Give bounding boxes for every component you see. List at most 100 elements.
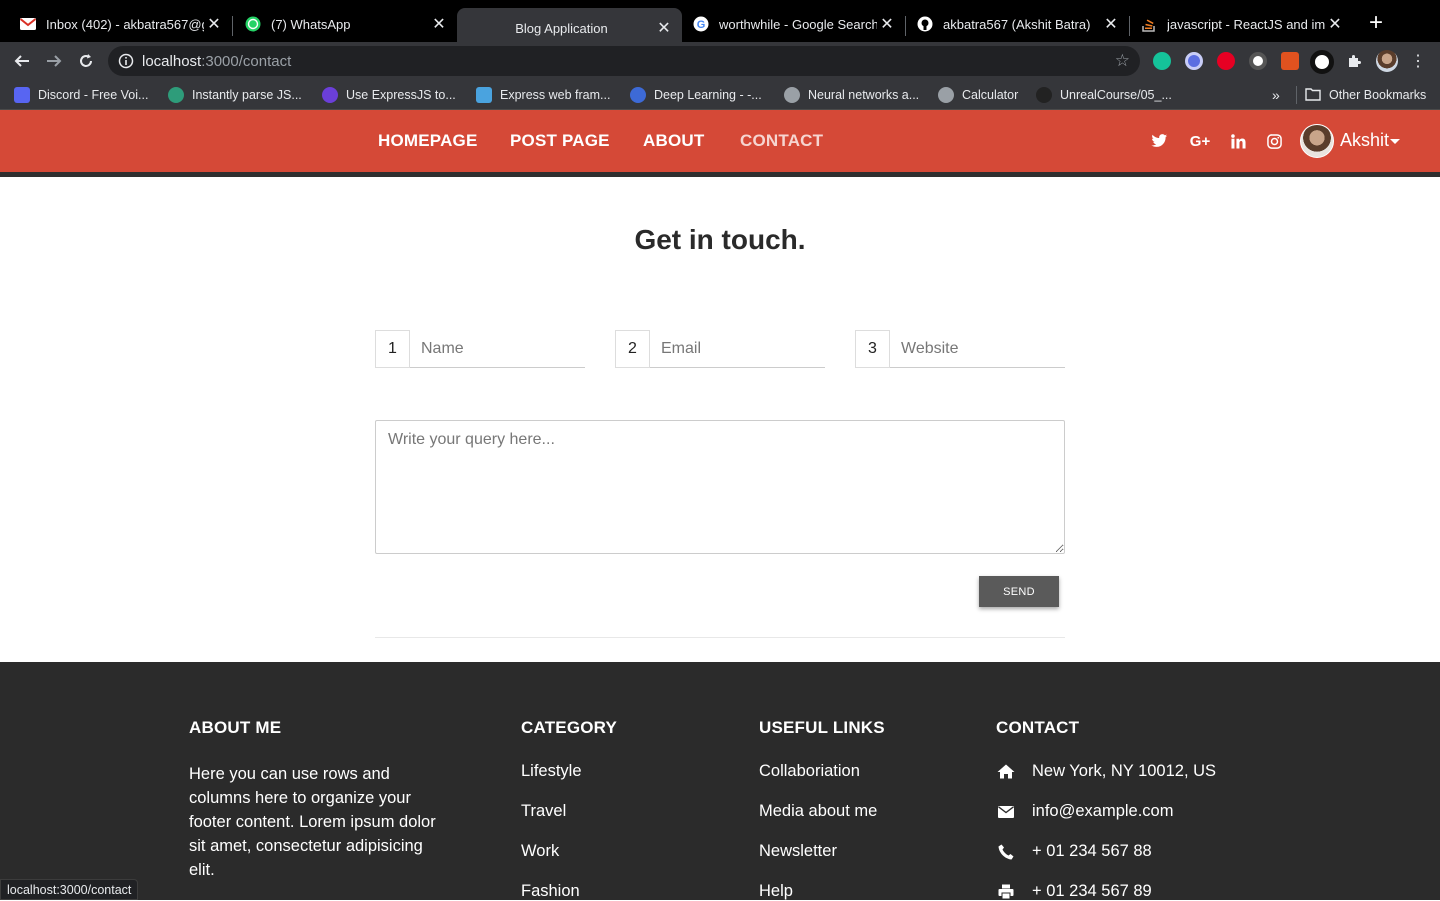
google-icon: G [693,16,709,32]
extension-icon[interactable] [1249,52,1267,70]
bookmark-item[interactable]: Instantly parse JS... [168,86,302,104]
bookmark-site-icon [630,87,646,103]
email-field-group: 2 [615,330,825,368]
bookmark-item[interactable]: Calculator [938,86,1018,104]
footer-contact-item: New York, NY 10012, US [996,762,1216,781]
nav-link-contact[interactable]: CONTACT [740,131,823,151]
close-icon[interactable]: ✕ [654,18,674,38]
svg-text:G: G [697,19,706,31]
phone-icon [996,843,1016,861]
tab-title: (7) WhatsApp [271,16,351,32]
tab-whatsapp[interactable]: (7) WhatsApp ✕ [225,6,457,42]
page-title: Get in touch. [634,224,806,255]
nav-link-homepage[interactable]: HOMEPAGE [378,131,478,151]
footer-contact-item: + 01 234 567 89 [996,882,1152,901]
name-input[interactable] [410,330,585,368]
bookmark-label: Neural networks a... [808,88,920,102]
tab-stackoverflow[interactable]: javascript - ReactJS and ima ✕ [1121,6,1353,42]
footer-category-link[interactable]: Travel [521,802,566,821]
status-bar-url: localhost:3000/contact [0,879,139,900]
url-text[interactable]: localhost:3000/contact [142,53,291,70]
close-icon[interactable]: ✕ [1325,14,1345,34]
email-input[interactable] [650,330,825,368]
close-icon[interactable]: ✕ [204,14,224,34]
pinterest-icon[interactable] [1217,52,1235,70]
new-tab-plus-icon[interactable]: + [1364,11,1388,36]
bookmark-label: Deep Learning - -... [654,88,762,102]
forward-arrow-icon[interactable] [42,50,66,72]
printer-icon [996,883,1016,901]
url-path: :3000/contact [201,53,292,70]
stackoverflow-icon [1141,16,1157,32]
user-name[interactable]: Akshit [1340,130,1389,151]
extension-icon[interactable] [1185,52,1203,70]
bookmark-item[interactable]: Deep Learning - -... [630,86,762,104]
tab-github[interactable]: akbatra567 (Akshit Batra) ✕ [897,6,1129,42]
footer-contact-item: info@example.com [996,802,1173,821]
bookmark-label: Instantly parse JS... [192,88,302,102]
envelope-icon [996,803,1016,821]
menu-kebab-icon[interactable]: ⋮ [1406,50,1430,72]
extension-icon[interactable] [1281,52,1299,70]
github-icon [917,16,933,32]
nav-link-post-page[interactable]: POST PAGE [510,131,610,151]
footer-useful-link[interactable]: Newsletter [759,842,837,861]
send-button[interactable]: SEND [979,576,1059,607]
footer-category-link[interactable]: Work [521,842,559,861]
profile-avatar[interactable] [1376,50,1398,72]
query-textarea[interactable] [375,420,1065,554]
close-icon[interactable]: ✕ [877,14,897,34]
bookmarks-overflow-chevron-icon[interactable]: » [1272,86,1280,104]
website-input[interactable] [890,330,1065,368]
other-bookmarks[interactable]: Other Bookmarks [1296,86,1426,104]
address-bar[interactable]: localhost:3000/contact ☆ [108,46,1140,76]
twitter-icon[interactable] [1149,131,1169,151]
bookmark-star-icon[interactable]: ☆ [1115,51,1130,71]
bookmark-item[interactable]: Neural networks a... [784,86,919,104]
bookmark-item[interactable]: Discord - Free Voi... [14,86,148,104]
footer-contact-text: New York, NY 10012, US [1032,762,1217,780]
info-icon[interactable] [118,53,134,69]
bookmarks-bar: Discord - Free Voi... Instantly parse JS… [0,80,1440,110]
discord-icon [14,87,30,103]
back-arrow-icon[interactable] [10,50,34,72]
bookmark-item[interactable]: Use ExpressJS to... [322,86,456,104]
footer-useful-link[interactable]: Help [759,882,793,901]
footer-useful-link[interactable]: Media about me [759,802,877,821]
footer-category-link[interactable]: Lifestyle [521,762,582,781]
divider [375,637,1065,638]
reload-icon[interactable] [74,50,98,72]
site-navbar: HOMEPAGE POST PAGE ABOUT CONTACT G+ Aksh… [0,110,1440,172]
tab-gmail[interactable]: Inbox (402) - akbatra567@g ✕ [0,6,232,42]
bookmark-label: Express web fram... [500,88,611,102]
grammarly-icon[interactable] [1153,52,1171,70]
tab-google-search[interactable]: G worthwhile - Google Search ✕ [673,6,905,42]
browser-toolbar: localhost:3000/contact ☆ ⋮ [0,42,1440,80]
gmail-icon [20,16,36,32]
footer-useful-link[interactable]: Collaboriation [759,762,860,781]
close-icon[interactable]: ✕ [1101,14,1121,34]
footer-contact-title: CONTACT [996,718,1080,737]
bookmark-item[interactable]: Express web fram... [476,86,610,104]
user-avatar[interactable] [1300,124,1334,158]
close-icon[interactable]: ✕ [429,14,449,34]
url-host: localhost [142,53,202,70]
nav-link-about[interactable]: ABOUT [643,131,704,151]
puzzle-icon[interactable] [1342,50,1366,72]
field-number-badge: 1 [375,330,410,368]
linkedin-icon[interactable] [1228,131,1248,151]
tab-title: akbatra567 (Akshit Batra) [943,16,1091,32]
bookmark-item[interactable]: UnrealCourse/05_... [1036,86,1172,104]
footer-about-title: ABOUT ME [189,718,282,737]
footer-category-link[interactable]: Fashion [521,882,580,901]
bookmark-site-icon [476,87,492,103]
github-icon [1036,87,1052,103]
extension-icon[interactable] [1310,50,1334,74]
google-plus-icon[interactable]: G+ [1188,131,1212,151]
globe-icon [938,87,954,103]
instagram-icon[interactable] [1264,131,1284,151]
chevron-down-icon[interactable] [1390,139,1400,144]
whatsapp-icon [245,16,261,32]
quicktype-icon [168,87,184,103]
bookmark-label: Use ExpressJS to... [346,88,456,102]
